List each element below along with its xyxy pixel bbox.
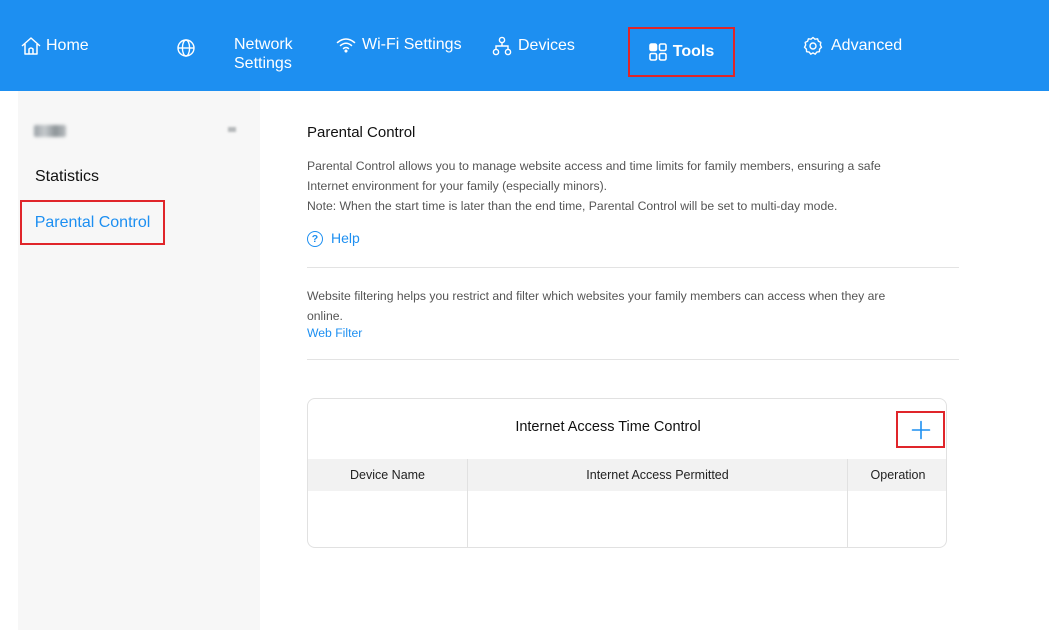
description-line-1: Parental Control allows you to manage we… (307, 159, 881, 173)
top-navigation-bar: Home Network Settings Wi-Fi Settings Dev… (0, 0, 1049, 91)
column-header-device-name: Device Name (308, 459, 468, 491)
nav-devices[interactable]: Devices (492, 36, 575, 56)
nav-network-icon-button[interactable] (176, 38, 196, 58)
gear-icon (803, 36, 823, 55)
nav-tools[interactable]: Tools (628, 27, 735, 77)
nav-devices-label: Devices (518, 37, 575, 54)
nav-network-label-line1: Network (234, 36, 293, 53)
web-filter-link[interactable]: Web Filter (307, 326, 362, 340)
web-filter-description: Website filtering helps you restrict and… (307, 286, 959, 326)
help-label: Help (331, 230, 360, 246)
internet-access-time-control-card: Internet Access Time Control Device Name… (307, 398, 947, 548)
table-cell (848, 491, 946, 547)
plus-icon (911, 420, 930, 439)
nav-wifi-settings[interactable]: Wi-Fi Settings (336, 36, 462, 54)
tools-grid-icon (648, 43, 667, 61)
web-filter-description-line-1: Website filtering helps you restrict and… (307, 289, 886, 303)
nav-network-label-line2: Settings (234, 55, 292, 72)
sidebar-blurred-label (34, 125, 66, 137)
description-line-3: Note: When the start time is later than … (307, 199, 838, 213)
nav-advanced-label: Advanced (831, 37, 903, 54)
nav-advanced[interactable]: Advanced (803, 36, 902, 56)
table-cell (468, 491, 848, 547)
nav-home[interactable]: Home (20, 36, 89, 56)
nav-wifi-label: Wi-Fi Settings (362, 36, 462, 53)
column-header-internet-access-permitted: Internet Access Permitted (468, 459, 848, 491)
table-header: Device Name Internet Access Permitted Op… (308, 459, 946, 491)
devices-icon (492, 36, 512, 56)
divider (307, 359, 959, 360)
globe-icon (177, 39, 195, 57)
card-title: Internet Access Time Control (515, 419, 701, 435)
description-line-2: Internet environment for your family (es… (307, 179, 608, 193)
help-link[interactable]: ? Help (307, 229, 360, 247)
sidebar-blurred-marker (228, 127, 236, 132)
web-filter-description-line-2: online. (307, 309, 343, 323)
sidebar-item-parental-control[interactable]: Parental Control (20, 200, 165, 245)
divider (307, 267, 959, 268)
home-icon (21, 37, 41, 55)
nav-tools-label: Tools (672, 43, 715, 60)
table-empty-row (308, 491, 946, 547)
column-header-operation: Operation (870, 468, 926, 482)
page-title: Parental Control (307, 124, 416, 141)
sidebar-item-statistics[interactable]: Statistics (35, 168, 99, 186)
parental-control-description: Parental Control allows you to manage we… (307, 156, 959, 216)
add-rule-button[interactable] (896, 411, 945, 448)
sidebar: Statistics Parental Control (18, 91, 260, 630)
help-icon: ? (307, 231, 323, 247)
nav-network-settings[interactable]: Network Settings (234, 35, 293, 73)
wifi-icon (336, 38, 356, 53)
table-cell (308, 491, 468, 547)
nav-home-label: Home (46, 37, 89, 54)
